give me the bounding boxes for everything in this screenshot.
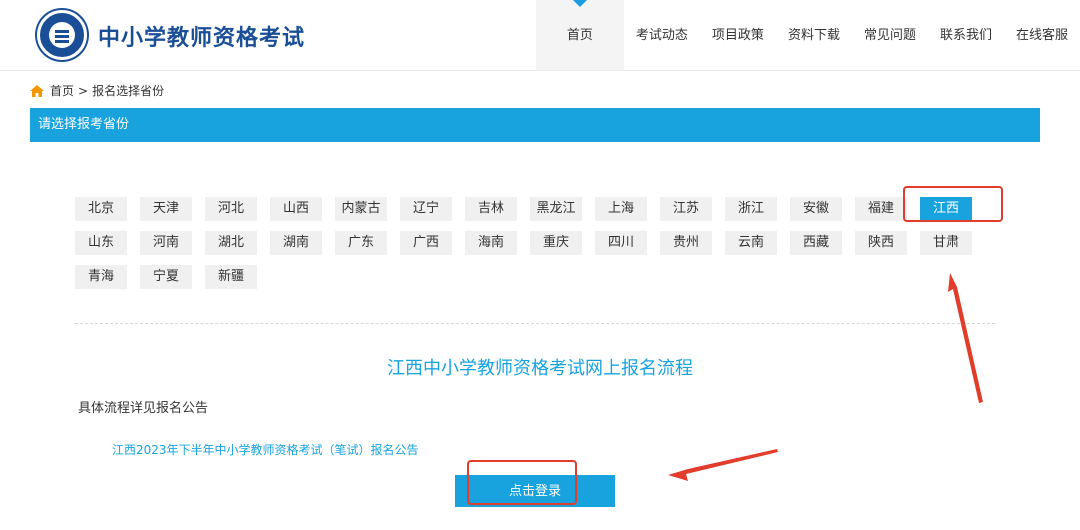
logo-icon[interactable] (37, 10, 87, 60)
province-neimenggu[interactable]: 内蒙古 (335, 197, 387, 221)
province-sichuan[interactable]: 四川 (595, 231, 647, 255)
nav-policy[interactable]: 项目政策 (700, 0, 776, 70)
nav-online-service[interactable]: 在线客服 (1004, 0, 1080, 70)
province-liaoning[interactable]: 辽宁 (400, 197, 452, 221)
province-hubei[interactable]: 湖北 (205, 231, 257, 255)
site-title[interactable]: 中小学教师资格考试 (98, 20, 305, 52)
province-gansu[interactable]: 甘肃 (920, 231, 972, 255)
breadcrumb-current: 报名选择省份 (92, 84, 165, 98)
breadcrumb-separator: > (78, 83, 89, 98)
province-fujian[interactable]: 福建 (855, 197, 907, 221)
nav-contact[interactable]: 联系我们 (928, 0, 1004, 70)
breadcrumb: 首页 > 报名选择省份 (30, 82, 164, 99)
province-row: 北京 天津 河北 山西 内蒙古 辽宁 吉林 黑龙江 上海 江苏 浙江 安徽 福建… (75, 197, 995, 221)
province-hebei[interactable]: 河北 (205, 197, 257, 221)
flow-title: 江西中小学教师资格考试网上报名流程 (387, 358, 693, 379)
annotation-arrow-left-icon (668, 449, 778, 481)
province-anhui[interactable]: 安徽 (790, 197, 842, 221)
province-qinghai[interactable]: 青海 (75, 265, 127, 289)
nav-downloads[interactable]: 资料下载 (776, 0, 852, 70)
province-ningxia[interactable]: 宁夏 (140, 265, 192, 289)
nav-home[interactable]: 首页 (535, 0, 624, 70)
province-henan[interactable]: 河南 (140, 231, 192, 255)
province-guangxi[interactable]: 广西 (400, 231, 452, 255)
province-jiangxi[interactable]: 江西 (920, 197, 972, 221)
province-hunan[interactable]: 湖南 (270, 231, 322, 255)
province-jiangsu[interactable]: 江苏 (660, 197, 712, 221)
breadcrumb-home[interactable]: 首页 (50, 82, 74, 99)
province-zhejiang[interactable]: 浙江 (725, 197, 777, 221)
province-shanxi[interactable]: 山西 (270, 197, 322, 221)
province-hainan[interactable]: 海南 (465, 231, 517, 255)
province-guizhou[interactable]: 贵州 (660, 231, 712, 255)
main-nav: 首页 考试动态 项目政策 资料下载 常见问题 联系我们 在线客服 (535, 0, 1080, 70)
province-row: 青海 宁夏 新疆 (75, 265, 995, 289)
site-header: 中小学教师资格考试 首页 考试动态 项目政策 资料下载 常见问题 联系我们 在线… (0, 0, 1080, 71)
province-heilongjiang[interactable]: 黑龙江 (530, 197, 582, 221)
province-guangdong[interactable]: 广东 (335, 231, 387, 255)
province-shanghai[interactable]: 上海 (595, 197, 647, 221)
nav-faq[interactable]: 常见问题 (852, 0, 928, 70)
province-jilin[interactable]: 吉林 (465, 197, 517, 221)
province-row: 山东 河南 湖北 湖南 广东 广西 海南 重庆 四川 贵州 云南 西藏 陕西 甘… (75, 231, 995, 255)
province-shandong[interactable]: 山东 (75, 231, 127, 255)
province-tianjin[interactable]: 天津 (140, 197, 192, 221)
province-shaanxi[interactable]: 陕西 (855, 231, 907, 255)
province-xinjiang[interactable]: 新疆 (205, 265, 257, 289)
province-grid: 北京 天津 河北 山西 内蒙古 辽宁 吉林 黑龙江 上海 江苏 浙江 安徽 福建… (75, 197, 995, 299)
login-button[interactable]: 点击登录 (455, 475, 615, 507)
notice-link[interactable]: 江西2023年下半年中小学教师资格考试（笔试）报名公告 (112, 441, 419, 458)
flow-note: 具体流程详见报名公告 (78, 401, 209, 416)
province-chongqing[interactable]: 重庆 (530, 231, 582, 255)
province-xizang[interactable]: 西藏 (790, 231, 842, 255)
section-title: 请选择报考省份 (30, 108, 1040, 142)
province-beijing[interactable]: 北京 (75, 197, 127, 221)
nav-exam-news[interactable]: 考试动态 (624, 0, 700, 70)
province-yunnan[interactable]: 云南 (725, 231, 777, 255)
home-icon (30, 84, 44, 97)
dashed-divider (75, 323, 995, 324)
